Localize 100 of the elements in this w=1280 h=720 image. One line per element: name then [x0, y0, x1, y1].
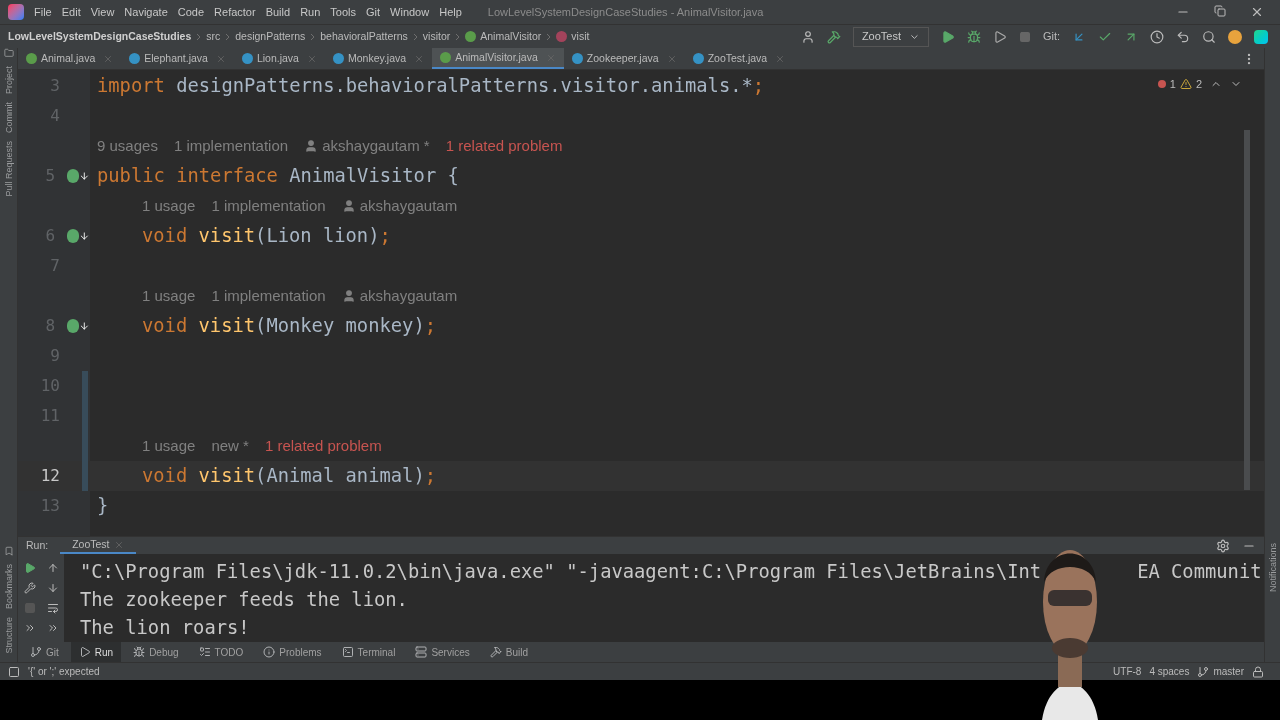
encoding[interactable]: UTF-8	[1113, 664, 1142, 679]
menu-item[interactable]: Git	[366, 3, 381, 21]
warning-icon	[1179, 78, 1192, 91]
code-hint[interactable]: 1 usage	[142, 434, 196, 458]
breadcrumb-item[interactable]: src	[206, 28, 221, 45]
code-line: void visit(Monkey monkey);	[142, 313, 436, 338]
arrow-up-icon[interactable]	[46, 562, 59, 574]
breadcrumb-item[interactable]: visit	[556, 28, 590, 45]
lock-icon[interactable]	[1252, 665, 1264, 678]
editor-tab[interactable]: Monkey.java	[324, 48, 433, 69]
restore-icon[interactable]	[1214, 5, 1226, 17]
run-icon[interactable]	[940, 29, 955, 44]
wrench-icon[interactable]	[23, 582, 36, 594]
code-hint[interactable]: akshaygautam	[341, 194, 458, 218]
code-hint[interactable]: 1 implementation	[211, 194, 326, 218]
class-icon	[241, 53, 253, 64]
tool-window-label[interactable]: Structure	[0, 617, 19, 654]
menu-item[interactable]: Edit	[61, 3, 81, 21]
plugin-icon[interactable]	[1254, 29, 1268, 44]
breadcrumb-item[interactable]: LowLevelSystemDesignCaseStudies	[8, 28, 192, 45]
code-hint[interactable]: 9 usages	[97, 134, 158, 158]
bookmark-icon[interactable]	[3, 546, 14, 557]
code-hint[interactable]: 1 implementation	[211, 284, 326, 308]
undo-icon[interactable]	[1176, 29, 1190, 44]
bug-icon	[133, 646, 146, 658]
breadcrumb-item[interactable]: behavioralPatterns	[320, 28, 408, 45]
breadcrumb-item[interactable]: visitor	[422, 28, 451, 45]
play-icon	[78, 646, 91, 658]
menu-item[interactable]: Build	[265, 3, 291, 21]
interface-icon	[26, 53, 37, 64]
run-config-tab[interactable]: ZooTest	[60, 537, 136, 554]
code-hint[interactable]: new *	[211, 434, 249, 458]
tool-window-tab[interactable]: TODO	[190, 642, 252, 662]
menu-item[interactable]: Navigate	[124, 3, 168, 21]
tool-window-tab[interactable]: Git	[22, 642, 67, 662]
settings-icon[interactable]	[1216, 538, 1230, 553]
menu-item[interactable]: Help	[439, 3, 462, 21]
tool-window-label[interactable]: Bookmarks	[0, 564, 19, 610]
menu-item[interactable]: Tools	[330, 3, 356, 21]
person-icon	[341, 289, 356, 303]
menu-item[interactable]: Window	[390, 3, 430, 21]
tool-window-label[interactable]: Pull Requests	[0, 141, 19, 197]
editor-tab[interactable]: Zookeeper.java	[563, 48, 685, 69]
editor-tab[interactable]: ZooTest.java	[684, 48, 794, 69]
tool-window-tab[interactable]: Build	[481, 642, 536, 662]
bug-icon[interactable]	[966, 29, 981, 44]
code-hint[interactable]: akshaygautam *	[304, 134, 430, 158]
wrap-icon[interactable]	[46, 602, 59, 614]
code-hint[interactable]: 1 related problem	[445, 134, 563, 158]
coverage-icon[interactable]	[992, 29, 1007, 44]
branch-icon	[30, 646, 42, 658]
warning-count[interactable]: 2	[1195, 76, 1202, 93]
editor-tab[interactable]: Elephant.java	[121, 48, 234, 69]
class-icon	[332, 53, 344, 64]
scrollbar[interactable]	[1244, 130, 1250, 490]
menu-item[interactable]: File	[34, 3, 52, 21]
menu-item[interactable]: Refactor	[214, 3, 256, 21]
code-hint[interactable]: akshaygautam	[341, 284, 458, 308]
code-hint[interactable]: 1 usage	[142, 194, 196, 218]
editor-tab[interactable]: Lion.java	[233, 48, 325, 69]
menu-item[interactable]: View	[90, 3, 115, 21]
git-branch[interactable]: master	[1197, 664, 1244, 679]
console-line: "C:\Program Files\jdk-11.0.2\bin\java.exe" "-javaagent:C:\Program Files\JetBrains\Int	[80, 560, 1042, 584]
menu-item[interactable]: Run	[300, 3, 321, 21]
history-icon[interactable]	[1150, 29, 1164, 44]
more-icon[interactable]	[23, 622, 36, 634]
arrow-down-icon[interactable]	[46, 582, 59, 594]
tool-window-tab[interactable]: Run	[70, 642, 122, 662]
user-icon[interactable]	[800, 29, 815, 44]
search-icon[interactable]	[1202, 29, 1216, 44]
folder-icon[interactable]	[3, 48, 14, 58]
tool-window-label[interactable]: Commit	[0, 102, 19, 133]
editor-tab[interactable]: Animal.java	[18, 48, 122, 69]
close-icon[interactable]	[1250, 5, 1264, 19]
update-icon[interactable]	[1228, 29, 1242, 44]
hammer-icon	[489, 646, 502, 658]
server-icon	[415, 646, 428, 658]
code-hint[interactable]: 1 implementation	[173, 134, 289, 158]
editor-tab[interactable]: AnimalVisitor.java	[432, 48, 564, 69]
panel-icon[interactable]	[8, 665, 20, 678]
tool-window-label[interactable]: Notifications	[1262, 542, 1280, 592]
tool-window-tab[interactable]: Problems	[255, 642, 330, 662]
tool-window-tab[interactable]: Terminal	[333, 642, 404, 662]
hammer-icon[interactable]	[826, 29, 841, 44]
breadcrumb-item[interactable]: designPatterns	[235, 28, 306, 45]
menu-item[interactable]: Code	[177, 3, 205, 21]
tool-window-tab[interactable]: Debug	[125, 642, 187, 662]
code-hint[interactable]: 1 usage	[142, 284, 196, 308]
person-icon	[304, 139, 319, 153]
status-message: '{' or ';' expected	[28, 665, 100, 679]
tool-window-tab[interactable]: Services	[407, 642, 478, 662]
code-hint[interactable]: 1 related problem	[264, 434, 382, 458]
run-config-dropdown[interactable]: ZooTest	[852, 26, 929, 47]
more-icon[interactable]	[46, 622, 59, 634]
indent-setting[interactable]: 4 spaces	[1149, 664, 1190, 679]
error-count[interactable]: 1	[1169, 76, 1176, 93]
breadcrumb-item[interactable]: AnimalVisitor	[465, 28, 542, 45]
tool-window-label[interactable]: Project	[0, 66, 19, 94]
rerun-icon[interactable]	[23, 562, 36, 574]
person-icon	[341, 199, 356, 213]
